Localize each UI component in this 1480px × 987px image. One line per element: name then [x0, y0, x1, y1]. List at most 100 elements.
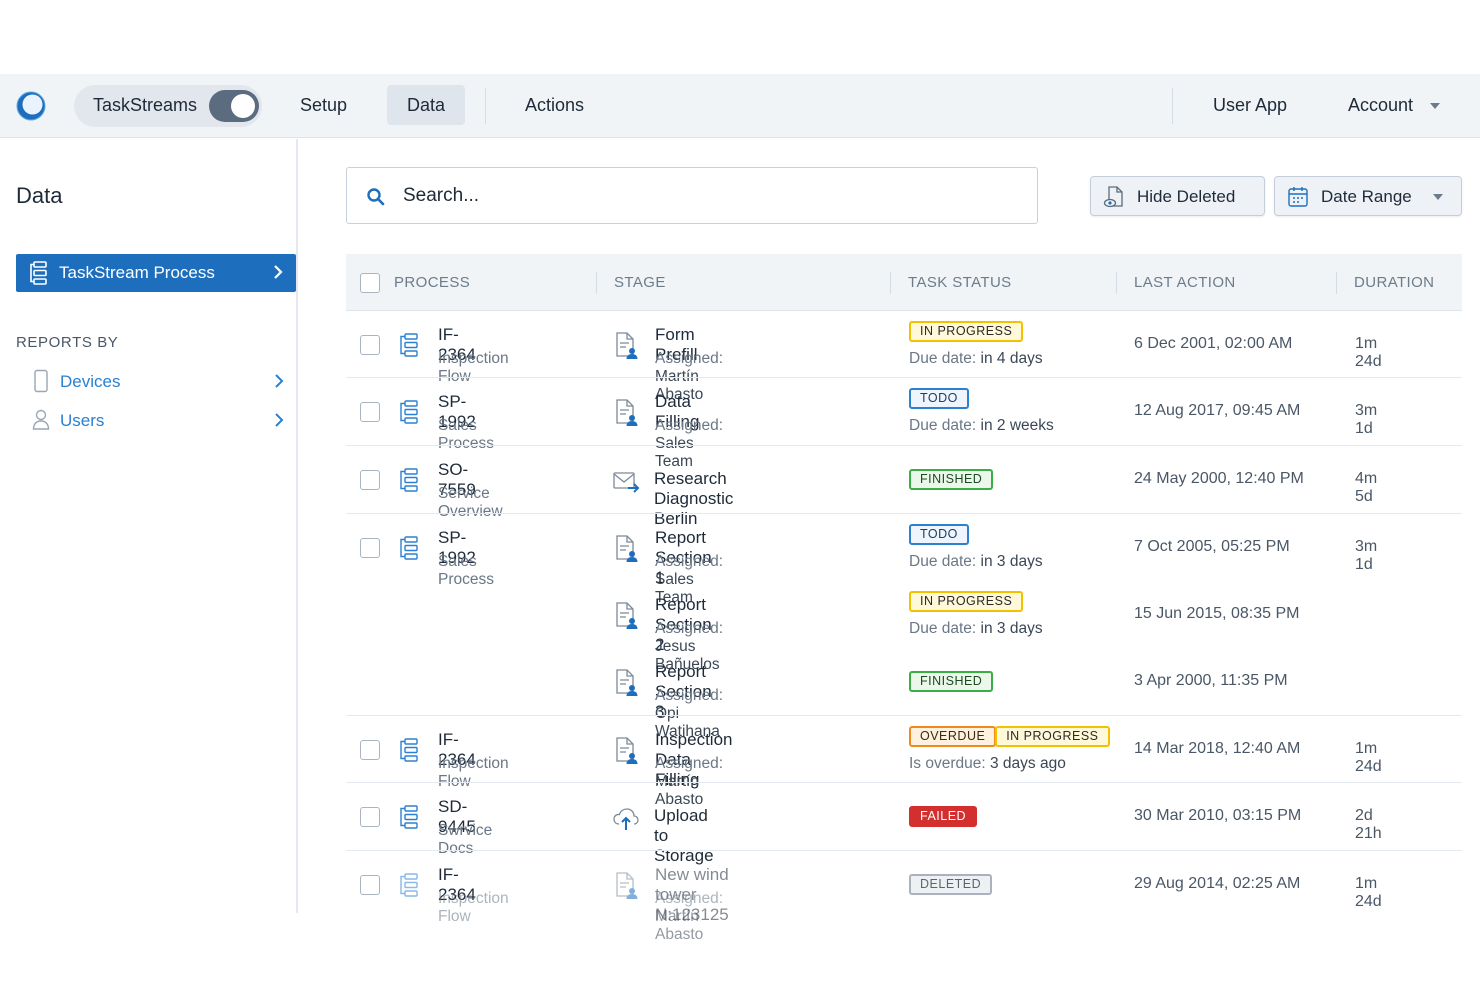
- search-box: [346, 167, 1038, 224]
- due-date: Due date: in 4 days: [909, 350, 1043, 368]
- due-label: Due date:: [909, 417, 977, 434]
- last-action: 15 Jun 2015, 08:35 PM: [1134, 604, 1300, 622]
- process-name: Swrvice Docs: [438, 822, 493, 857]
- column-divider: [596, 272, 597, 294]
- assignee-label: Assigned:: [655, 350, 724, 367]
- process-name: Inspection Flow: [438, 890, 509, 925]
- mail-forward-icon: [612, 466, 640, 496]
- due-value: in 3 days: [980, 620, 1043, 637]
- select-all-checkbox[interactable]: [360, 273, 380, 293]
- row-checkbox[interactable]: [360, 739, 380, 760]
- search-icon: [367, 188, 385, 206]
- reports-by-heading: REPORTS BY: [16, 334, 119, 351]
- hide-deleted-button[interactable]: Hide Deleted: [1090, 176, 1265, 216]
- column-header-task-status[interactable]: TASK STATUS: [908, 274, 1012, 291]
- app-name: TaskStreams: [93, 95, 198, 115]
- chevron-down-icon: [1430, 103, 1441, 110]
- process-name: Inspection Flow: [438, 755, 509, 790]
- column-header-stage[interactable]: STAGE: [614, 274, 666, 291]
- nav-divider: [1172, 88, 1173, 124]
- due-label: Due date:: [909, 350, 977, 367]
- duration: 1m 24d: [1355, 739, 1382, 775]
- stage-name[interactable]: Upload to Storage: [654, 806, 714, 866]
- process-name: Service Overview: [438, 485, 503, 520]
- table-header: PROCESS STAGE TASK STATUS LAST ACTION DU…: [346, 254, 1462, 311]
- process-icon: [397, 535, 421, 561]
- date-range-label: Date Range: [1321, 187, 1412, 206]
- assigned-document-icon: [612, 398, 640, 428]
- status-badge: FAILED: [909, 805, 978, 827]
- status-badge: TODO: [909, 524, 969, 545]
- column-divider: [1336, 272, 1337, 294]
- status-badge: IN PROGRESS: [995, 726, 1110, 747]
- user-app-link[interactable]: User App: [1193, 85, 1307, 125]
- status-badge: IN PROGRESS: [909, 591, 1024, 612]
- app-switcher[interactable]: TaskStreams: [74, 85, 262, 127]
- sidebar-item-users[interactable]: Users: [16, 406, 296, 436]
- assignee-label: Assigned:: [655, 620, 724, 637]
- row-checkbox[interactable]: [360, 334, 380, 355]
- row-checkbox[interactable]: [360, 874, 380, 895]
- process-icon: [397, 872, 421, 898]
- app-logo-icon[interactable]: [15, 90, 47, 122]
- chevron-right-icon: [275, 374, 284, 388]
- duration: 3m 1d: [1355, 401, 1378, 437]
- row-checkbox[interactable]: [360, 401, 380, 422]
- assignee: Assigned: Sales Team: [655, 417, 723, 471]
- sidebar-item-devices[interactable]: Devices: [16, 367, 296, 397]
- row-separator: [346, 513, 1462, 514]
- process-icon: [397, 737, 421, 763]
- due-date: Due date: in 3 days: [909, 553, 1043, 571]
- account-menu[interactable]: Account: [1328, 85, 1460, 125]
- duration: 2d 21h: [1355, 806, 1382, 842]
- last-action: 12 Aug 2017, 09:45 AM: [1134, 401, 1301, 419]
- sidebar-item-label: Devices: [60, 372, 121, 391]
- hide-deleted-label: Hide Deleted: [1137, 187, 1236, 206]
- due-value: in 3 days: [980, 553, 1043, 570]
- assignee-name: Martín Abasto: [655, 773, 704, 808]
- column-header-duration[interactable]: DURATION: [1354, 274, 1434, 291]
- assignee-label: Assigned:: [655, 755, 724, 772]
- assigned-document-icon: [612, 601, 640, 631]
- column-header-process[interactable]: PROCESS: [394, 274, 470, 291]
- chevron-right-icon: [275, 413, 284, 427]
- due-date: Due date: in 3 days: [909, 620, 1043, 638]
- process-name: Sales Process: [438, 553, 494, 588]
- assignee-name: Sales Team: [655, 435, 694, 470]
- assignee-name: Martín Abasto: [655, 908, 704, 943]
- stage-name[interactable]: Research Diagnostic Berlin: [654, 469, 733, 529]
- row-checkbox[interactable]: [360, 537, 380, 558]
- last-action: 3 Apr 2000, 11:35 PM: [1134, 671, 1288, 689]
- duration: 1m 24d: [1355, 334, 1382, 370]
- app-toggle-switch[interactable]: [209, 90, 259, 122]
- due-label: Due date:: [909, 553, 977, 570]
- due-date: Is overdue: 3 days ago: [909, 755, 1066, 773]
- process-icon: [30, 261, 47, 285]
- assigned-document-icon: [612, 668, 640, 698]
- last-action: 6 Dec 2001, 02:00 AM: [1134, 334, 1293, 352]
- duration: 4m 5d: [1355, 469, 1378, 505]
- date-range-dropdown[interactable]: Date Range: [1274, 176, 1462, 216]
- tab-actions[interactable]: Actions: [505, 85, 604, 125]
- status-badge: IN PROGRESS: [909, 321, 1024, 342]
- assignee: Assigned: Martín Abasto: [655, 890, 723, 944]
- sidebar-item-label: Users: [60, 411, 105, 430]
- row-checkbox[interactable]: [360, 806, 380, 827]
- last-action: 30 Mar 2010, 03:15 PM: [1134, 806, 1302, 824]
- assignee-label: Assigned:: [655, 553, 724, 570]
- last-action: 7 Oct 2005, 05:25 PM: [1134, 537, 1290, 555]
- sidebar-item-taskstream-process[interactable]: TaskStream Process: [16, 254, 296, 292]
- column-header-last-action[interactable]: LAST ACTION: [1134, 274, 1236, 291]
- search-input[interactable]: [403, 182, 1003, 210]
- assigned-document-icon: [612, 736, 640, 766]
- hide-document-icon: [1103, 186, 1123, 208]
- tab-data[interactable]: Data: [387, 85, 466, 125]
- row-checkbox[interactable]: [360, 469, 380, 490]
- status-badge: FINISHED: [909, 670, 994, 692]
- cloud-upload-icon: [612, 803, 640, 833]
- tab-setup[interactable]: Setup: [280, 85, 367, 125]
- sidebar-divider: [296, 139, 298, 913]
- chevron-right-icon: [274, 265, 283, 279]
- row-separator: [346, 782, 1462, 783]
- device-icon: [34, 369, 48, 393]
